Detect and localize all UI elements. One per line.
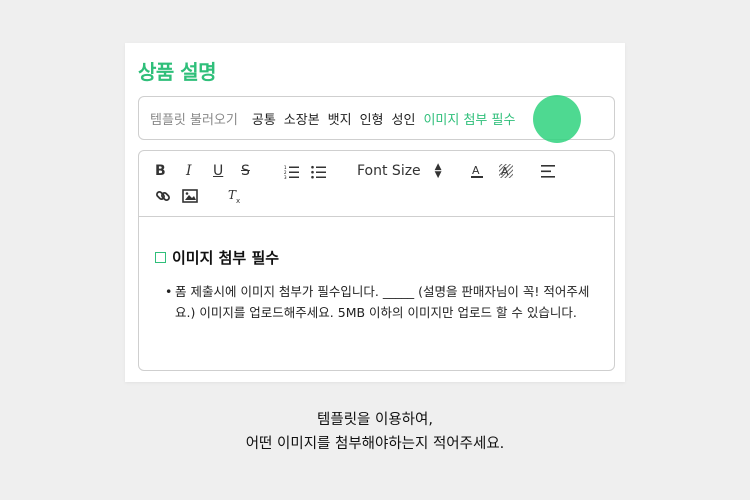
link-icon[interactable] (155, 188, 171, 204)
template-item-adult[interactable]: 성인 (392, 109, 416, 128)
checkbox-icon (155, 252, 166, 263)
section-title: 상품 설명 (138, 60, 217, 84)
svg-text:3: 3 (284, 175, 287, 179)
caption-line-2: 어떤 이미지를 첨부해야하는지 적어주세요. (245, 436, 505, 452)
image-icon[interactable] (182, 189, 198, 203)
list-item: 폼 제출시에 이미지 첨부가 필수입니다. _____ (설명을 판매자님이 꼭… (165, 281, 605, 323)
template-item-badge[interactable]: 뱃지 (328, 109, 352, 128)
caption-line-1: 템플릿을 이용하여, (317, 412, 433, 428)
font-size-label: Font Size (357, 163, 421, 179)
italic-icon[interactable]: I (186, 163, 192, 179)
svg-text:A: A (501, 165, 509, 178)
svg-text:x: x (236, 197, 240, 204)
rich-text-editor: B I U S 123 Font Size ▲ ▼ A A T x 이미지 첨부… (138, 150, 615, 371)
content-heading-text: 이미지 첨부 필수 (172, 249, 280, 267)
template-load-label: 템플릿 불러오기 (150, 112, 238, 128)
underline-icon[interactable]: U (213, 163, 223, 179)
instruction-caption: 템플릿을 이용하여, 어떤 이미지를 첨부해야하는지 적어주세요. (0, 408, 750, 456)
strikethrough-icon[interactable]: S (241, 163, 250, 179)
highlight-color-icon[interactable]: A (498, 163, 514, 179)
template-item-image-required[interactable]: 이미지 첨부 필수 (423, 109, 515, 128)
template-item-collection[interactable]: 소장본 (284, 109, 320, 128)
font-color-icon[interactable]: A (470, 163, 484, 179)
bullet-list-icon[interactable] (311, 165, 327, 179)
select-arrows-icon: ▲ ▼ (434, 162, 442, 180)
bold-icon[interactable]: B (155, 163, 166, 179)
svg-text:A: A (472, 164, 480, 177)
ordered-list-icon[interactable]: 123 (284, 165, 300, 179)
editor-content[interactable]: 이미지 첨부 필수 폼 제출시에 이미지 첨부가 필수입니다. _____ (설… (139, 217, 614, 323)
template-item-doll[interactable]: 인형 (360, 109, 384, 128)
clear-format-icon[interactable]: Tx (227, 188, 243, 204)
font-size-select[interactable]: Font Size ▲ ▼ (357, 162, 442, 180)
align-icon[interactable] (541, 165, 557, 178)
template-item-common[interactable]: 공통 (252, 109, 276, 128)
product-description-card: 상품 설명 템플릿 불러오기 공통 소장본 뱃지 인형 성인 이미지 첨부 필수… (125, 43, 625, 382)
click-highlight-indicator (533, 95, 581, 143)
content-heading: 이미지 첨부 필수 (155, 247, 614, 268)
editor-toolbar: B I U S 123 Font Size ▲ ▼ A A T x (139, 151, 614, 217)
